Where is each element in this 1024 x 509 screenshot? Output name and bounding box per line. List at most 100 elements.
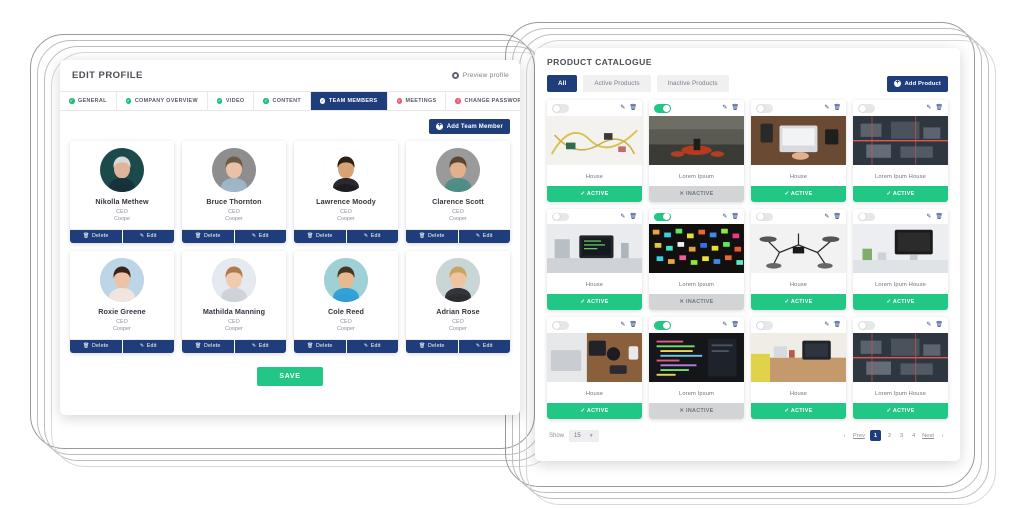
trash-icon[interactable]: 🗑 bbox=[935, 214, 943, 220]
trash-icon[interactable]: 🗑 bbox=[629, 322, 637, 328]
filter-active-products[interactable]: Active Products bbox=[583, 75, 651, 92]
product-toggle[interactable] bbox=[654, 321, 671, 330]
status-dot-icon: ✓ bbox=[319, 98, 326, 104]
product-toggle[interactable] bbox=[756, 104, 773, 113]
prev-arrow-icon[interactable]: ‹ bbox=[841, 433, 848, 439]
preview-profile-button[interactable]: Preview profile bbox=[451, 72, 509, 79]
filter-inactive-products[interactable]: Inactive Products bbox=[656, 75, 729, 92]
delete-button[interactable]: 🗑 Delete bbox=[406, 339, 458, 353]
product-toggle[interactable] bbox=[858, 321, 875, 330]
trash-icon[interactable]: 🗑 bbox=[935, 322, 943, 328]
pencil-icon[interactable]: ✎ bbox=[722, 322, 727, 328]
pencil-icon[interactable]: ✎ bbox=[926, 322, 931, 328]
edit-button[interactable]: ✎ Edit bbox=[121, 339, 174, 353]
member-role: CEO bbox=[452, 318, 464, 325]
tab-label: CONTENT bbox=[272, 98, 301, 104]
product-toggle[interactable] bbox=[654, 104, 671, 113]
trash-icon[interactable]: 🗑 bbox=[935, 105, 943, 111]
product-toggle[interactable] bbox=[858, 104, 875, 113]
page-size-select[interactable]: 15 ▼ bbox=[569, 429, 599, 442]
status-dot-icon: ✓ bbox=[216, 98, 223, 104]
edit-button[interactable]: ✎ Edit bbox=[457, 229, 510, 243]
product-card: ✎ 🗑 House ✓ ACTIVE bbox=[547, 317, 642, 419]
filter-all[interactable]: All bbox=[547, 75, 578, 92]
product-toggle[interactable] bbox=[552, 212, 569, 221]
tab-video[interactable]: ✓ VIDEO bbox=[207, 92, 255, 110]
delete-button[interactable]: 🗑 Delete bbox=[182, 229, 234, 243]
delete-button[interactable]: 🗑 Delete bbox=[70, 229, 122, 243]
page-size-group: Show 15 ▼ bbox=[549, 429, 599, 442]
trash-icon[interactable]: 🗑 bbox=[629, 105, 637, 111]
page-1-button[interactable]: 1 bbox=[869, 430, 882, 441]
prev-page-button[interactable]: Prev bbox=[853, 433, 865, 439]
product-card-toolbar: ✎ 🗑 bbox=[547, 100, 642, 116]
trash-icon[interactable]: 🗑 bbox=[731, 105, 739, 111]
edit-button[interactable]: ✎ Edit bbox=[457, 339, 510, 353]
page-title: EDIT PROFILE bbox=[72, 70, 143, 81]
trash-icon[interactable]: 🗑 bbox=[629, 214, 637, 220]
edit-button[interactable]: ✎ Edit bbox=[233, 339, 286, 353]
trash-icon[interactable]: 🗑 bbox=[731, 214, 739, 220]
pencil-icon[interactable]: ✎ bbox=[620, 322, 625, 328]
check-icon: ✓ bbox=[264, 97, 269, 103]
product-toggle[interactable] bbox=[858, 212, 875, 221]
product-icon-group: ✎ 🗑 bbox=[926, 322, 943, 328]
page-2-button[interactable]: 2 bbox=[886, 433, 893, 439]
delete-button[interactable]: 🗑 Delete bbox=[182, 339, 234, 353]
tab-change-password[interactable]: ! CHANGE PASSWORD bbox=[446, 92, 520, 110]
trash-icon[interactable]: 🗑 bbox=[833, 214, 841, 220]
page-size-value: 15 bbox=[574, 432, 581, 439]
pencil-icon[interactable]: ✎ bbox=[926, 214, 931, 220]
pencil-icon[interactable]: ✎ bbox=[722, 214, 727, 220]
delete-button[interactable]: 🗑 Delete bbox=[294, 339, 346, 353]
save-button[interactable]: SAVE bbox=[257, 366, 323, 386]
tab-meetings[interactable]: ! MEETINGS bbox=[387, 92, 447, 110]
tab-team-members[interactable]: ✓ TEAM MEMBERS bbox=[310, 92, 388, 110]
product-icon-group: ✎ 🗑 bbox=[620, 214, 637, 220]
trash-icon[interactable]: 🗑 bbox=[731, 322, 739, 328]
delete-button[interactable]: 🗑 Delete bbox=[70, 339, 122, 353]
edit-button[interactable]: ✎ Edit bbox=[345, 229, 398, 243]
product-name: House bbox=[585, 282, 604, 288]
page-3-button[interactable]: 3 bbox=[898, 433, 905, 439]
edit-button[interactable]: ✎ Edit bbox=[233, 229, 286, 243]
tab-company-overview[interactable]: ✓ COMPANY OVERVIEW bbox=[116, 92, 208, 110]
pencil-icon[interactable]: ✎ bbox=[824, 214, 829, 220]
screenshot-stage: EDIT PROFILE Preview profile ✓ GENERAL ✓ CO… bbox=[0, 0, 1024, 509]
member-role: CEO bbox=[340, 318, 352, 325]
add-team-member-button[interactable]: + Add Team Member bbox=[429, 119, 510, 134]
status-dot-icon: ! bbox=[455, 98, 461, 104]
delete-button[interactable]: 🗑 Delete bbox=[294, 229, 346, 243]
tab-content[interactable]: ✓ CONTENT bbox=[254, 92, 311, 110]
delete-button[interactable]: 🗑 Delete bbox=[406, 229, 458, 243]
trash-icon[interactable]: 🗑 bbox=[833, 322, 841, 328]
product-card-toolbar: ✎ 🗑 bbox=[547, 209, 642, 225]
pencil-icon[interactable]: ✎ bbox=[824, 105, 829, 111]
delete-label: Delete bbox=[428, 343, 445, 350]
product-toggle[interactable] bbox=[654, 212, 671, 221]
edit-button[interactable]: ✎ Edit bbox=[121, 229, 174, 243]
product-toggle[interactable] bbox=[756, 212, 773, 221]
pencil-icon[interactable]: ✎ bbox=[824, 322, 829, 328]
tab-general[interactable]: ✓ GENERAL bbox=[60, 92, 117, 110]
product-icon-group: ✎ 🗑 bbox=[926, 105, 943, 111]
member-role: CEO bbox=[228, 318, 240, 325]
pencil-icon[interactable]: ✎ bbox=[926, 105, 931, 111]
next-page-button[interactable]: Next bbox=[922, 433, 934, 439]
product-toggle[interactable] bbox=[756, 321, 773, 330]
member-role: CEO bbox=[340, 209, 352, 215]
product-toggle[interactable] bbox=[552, 321, 569, 330]
trash-icon[interactable]: 🗑 bbox=[833, 105, 841, 111]
product-toggle[interactable] bbox=[552, 104, 569, 113]
delete-label: Delete bbox=[204, 233, 221, 240]
edit-button[interactable]: ✎ Edit bbox=[345, 339, 398, 353]
page-4-button[interactable]: 4 bbox=[910, 433, 917, 439]
next-arrow-icon[interactable]: › bbox=[939, 433, 946, 439]
pencil-icon[interactable]: ✎ bbox=[722, 105, 727, 111]
pencil-icon[interactable]: ✎ bbox=[620, 105, 625, 111]
edit-profile-panel: EDIT PROFILE Preview profile ✓ GENERAL ✓ CO… bbox=[60, 60, 520, 415]
delete-label: Delete bbox=[92, 233, 109, 240]
add-product-button[interactable]: + Add Product bbox=[887, 75, 948, 92]
pencil-icon[interactable]: ✎ bbox=[620, 214, 625, 220]
member-name: Clarence Scott bbox=[432, 197, 484, 206]
